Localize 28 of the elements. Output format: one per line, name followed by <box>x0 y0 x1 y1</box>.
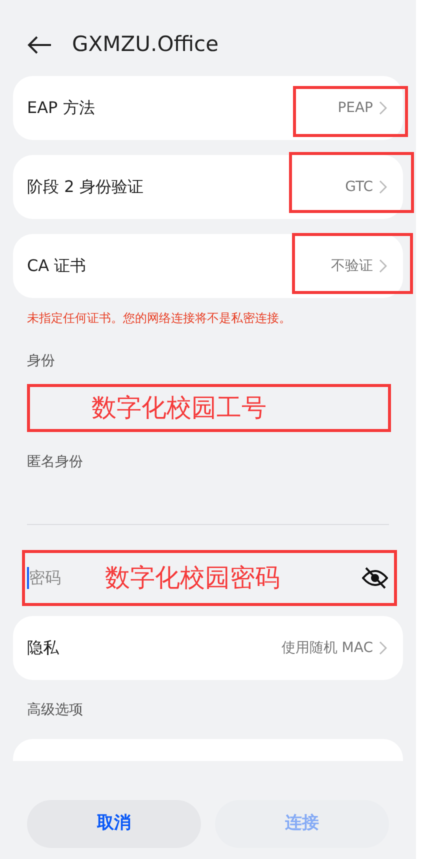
chevron-icon <box>379 259 387 273</box>
annotation-text: 数字化校园工号 <box>92 392 266 424</box>
field-label: 匿名身份 <box>26 453 84 472</box>
field-label: 身份 <box>26 352 56 371</box>
settings-row[interactable]: 隐私 使用随机 MAC <box>13 616 403 680</box>
settings-row[interactable]: CA 证书 不验证 <box>13 234 403 298</box>
back-icon[interactable] <box>27 35 52 55</box>
section-label: 高级选项 <box>26 701 84 720</box>
annotation-text: 数字化校园密码 <box>105 562 280 594</box>
row-label: 阶段 2 身份验证 <box>27 176 144 198</box>
row-label: EAP 方法 <box>27 97 95 119</box>
row-label: CA 证书 <box>27 255 86 277</box>
chevron-icon <box>379 101 387 115</box>
row-value: 使用随机 MAC <box>281 638 373 658</box>
screen-title: GXMZU.Office <box>72 32 219 58</box>
row-value: GTC <box>345 178 373 196</box>
chevron-icon <box>379 641 387 655</box>
settings-row[interactable]: EAP 方法 PEAP <box>13 76 403 140</box>
cancel-button[interactable]: 取消 <box>27 800 201 848</box>
eye-slash-icon[interactable] <box>362 567 388 589</box>
chevron-icon <box>379 180 387 194</box>
row-label: 隐私 <box>27 637 59 659</box>
settings-row[interactable]: 阶段 2 身份验证 GTC <box>13 155 403 219</box>
row-value: PEAP <box>338 98 373 118</box>
row-value: 不验证 <box>331 256 373 276</box>
text-cursor <box>27 567 29 589</box>
warning-text: 未指定任何证书。您的网络连接将不是私密连接。 <box>26 310 292 327</box>
password-placeholder: 密码 <box>29 567 61 589</box>
